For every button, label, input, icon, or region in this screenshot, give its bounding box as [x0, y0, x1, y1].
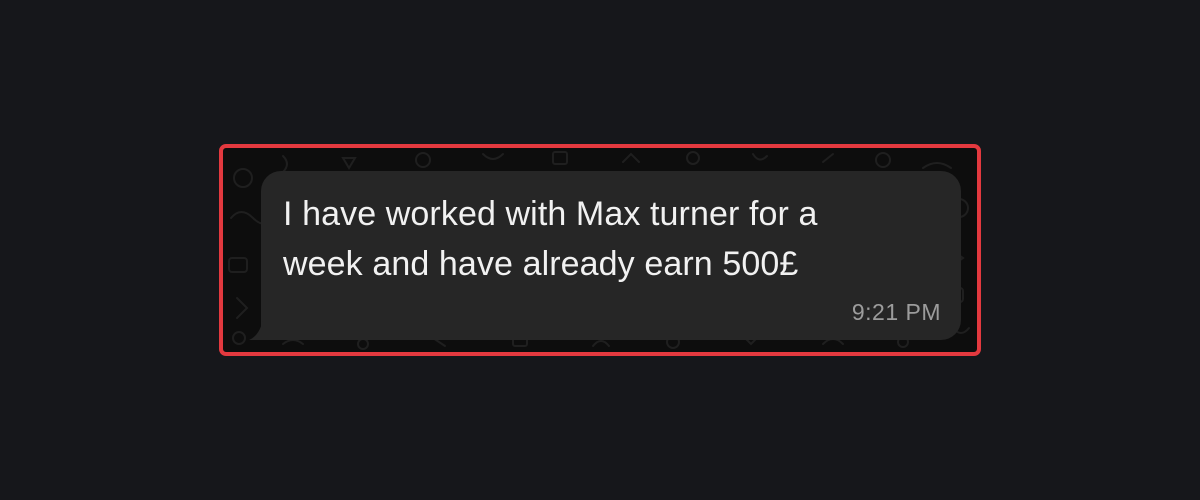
- bubble-tail: [249, 320, 263, 340]
- received-message-bubble[interactable]: I have worked with Max turner for a week…: [249, 171, 961, 340]
- message-text: I have worked with Max turner for a week…: [283, 195, 818, 283]
- message-timestamp: 9:21 PM: [851, 299, 941, 325]
- highlighted-message-frame: I have worked with Max turner for a week…: [219, 144, 981, 356]
